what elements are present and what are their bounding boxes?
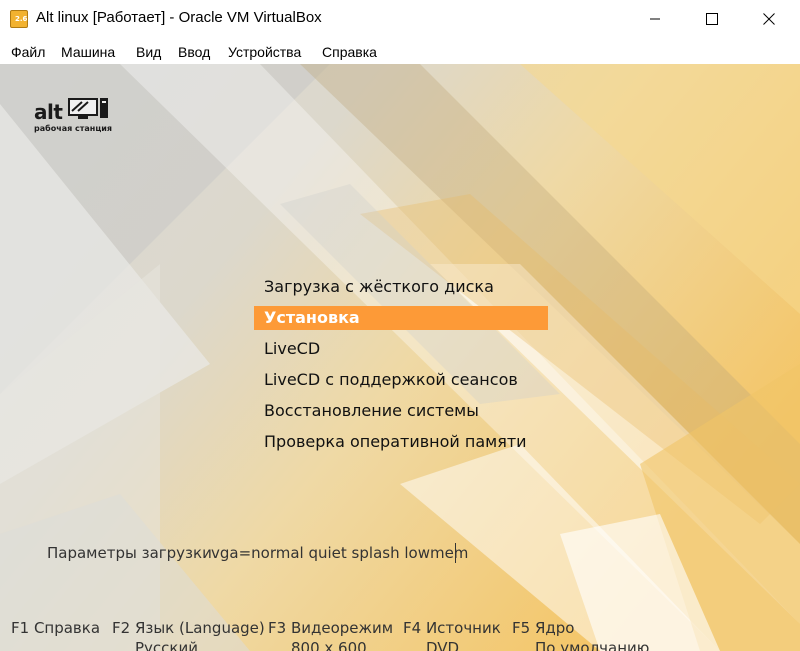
close-button[interactable] bbox=[746, 0, 792, 37]
menu-machine[interactable]: Машина bbox=[61, 44, 115, 60]
fkey-f5-value: По умолчанию bbox=[535, 639, 650, 651]
window-titlebar[interactable]: 2.6 Alt linux [Работает] - Oracle VM Vir… bbox=[0, 0, 800, 37]
vm-display[interactable]: alt рабочая станция Загрузка с жёсткого … bbox=[0, 64, 800, 651]
boot-item-livecd[interactable]: LiveCD bbox=[254, 337, 548, 361]
fkey-f4-value: DVD bbox=[426, 639, 460, 651]
minimize-button[interactable] bbox=[632, 0, 678, 37]
vm-icon-label: 2.6 bbox=[15, 15, 28, 23]
menu-devices[interactable]: Устройства bbox=[228, 44, 301, 60]
fkey-f5-kernel[interactable]: F5 Ядро bbox=[512, 619, 574, 637]
text-cursor bbox=[455, 543, 456, 563]
maximize-icon bbox=[706, 12, 718, 25]
boot-params-input[interactable]: vga=normal quiet splash lowmem bbox=[211, 544, 468, 562]
fkey-f4-source[interactable]: F4 Источник bbox=[403, 619, 501, 637]
workstation-icon bbox=[68, 98, 108, 119]
fkey-f2-value: Русский bbox=[135, 639, 198, 651]
boot-item-hard-disk[interactable]: Загрузка с жёсткого диска bbox=[254, 275, 548, 299]
maximize-button[interactable] bbox=[689, 0, 735, 37]
boot-item-rescue[interactable]: Восстановление системы bbox=[254, 399, 548, 423]
close-icon bbox=[763, 12, 775, 25]
menu-help[interactable]: Справка bbox=[322, 44, 377, 60]
menu-file[interactable]: Файл bbox=[11, 44, 45, 60]
fkey-f3-video[interactable]: F3 Видеорежим bbox=[268, 619, 393, 637]
menu-view[interactable]: Вид bbox=[136, 44, 161, 60]
minimize-icon bbox=[650, 18, 660, 19]
menu-input[interactable]: Ввод bbox=[178, 44, 210, 60]
boot-params-label: Параметры загрузки bbox=[47, 544, 212, 562]
boot-item-livecd-sessions[interactable]: LiveCD с поддержкой сеансов bbox=[254, 368, 548, 392]
window-title: Alt linux [Работает] - Oracle VM Virtual… bbox=[36, 9, 322, 26]
fkey-f2-language[interactable]: F2 Язык (Language) bbox=[112, 619, 265, 637]
boot-item-install[interactable]: Установка bbox=[254, 306, 548, 330]
boot-item-memtest[interactable]: Проверка оперативной памяти bbox=[254, 430, 548, 454]
virtualbox-vm-icon: 2.6 bbox=[10, 10, 28, 28]
fkey-f3-value: 800 x 600 bbox=[291, 639, 367, 651]
logo-brand: alt bbox=[34, 100, 63, 124]
fkey-f1-help[interactable]: F1 Справка bbox=[11, 619, 100, 637]
menu-bar: Файл Машина Вид Ввод Устройства Справка bbox=[0, 38, 800, 64]
logo-subtitle: рабочая станция bbox=[34, 124, 112, 133]
